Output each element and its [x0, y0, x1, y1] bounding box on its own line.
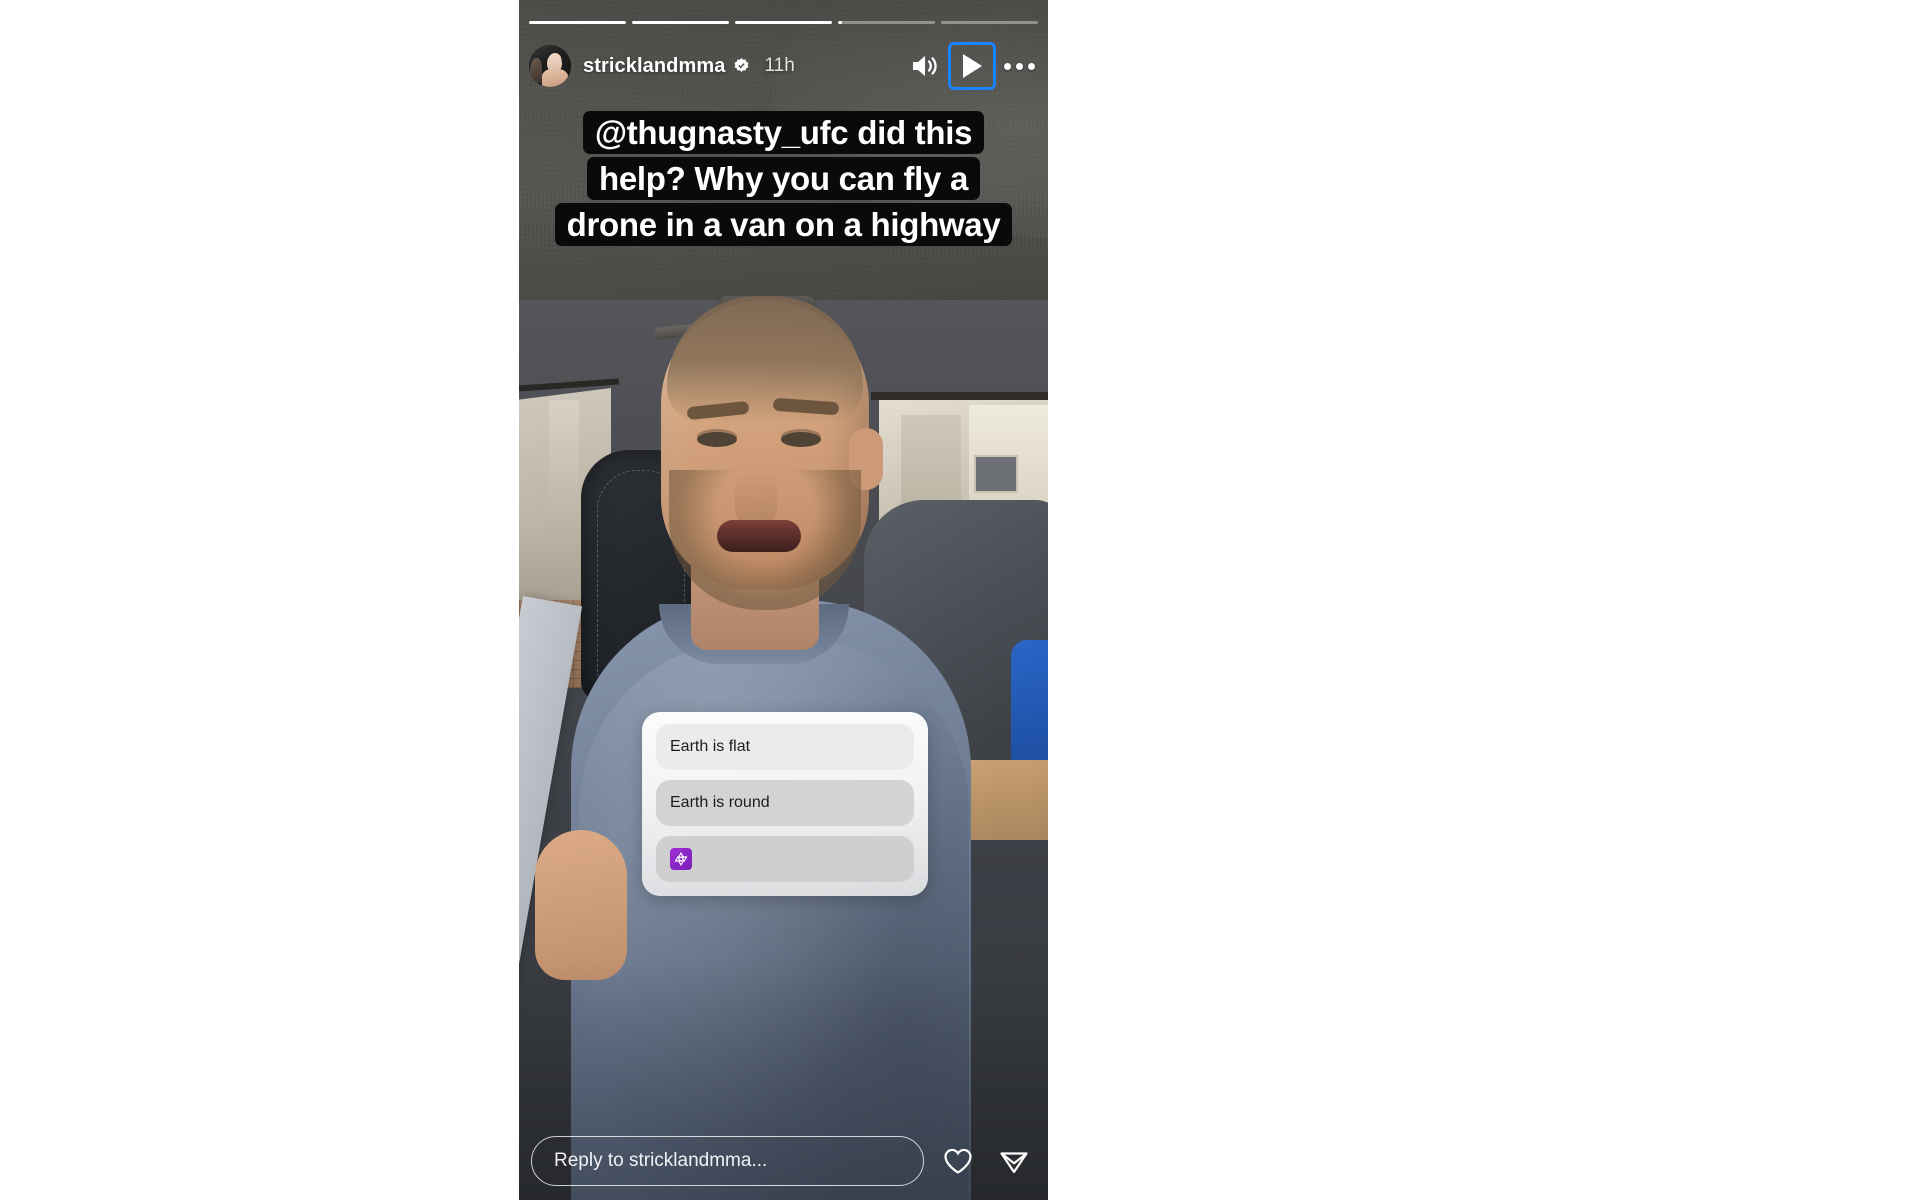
subject-mouth: [717, 520, 801, 552]
username[interactable]: stricklandmma: [583, 55, 725, 78]
story-progress-bar[interactable]: [529, 21, 1038, 24]
volume-on-icon[interactable]: [906, 47, 944, 85]
screen-root: stricklandmma 11h @thugnasty_ufc did thi…: [0, 0, 1920, 1200]
reply-input[interactable]: [531, 1136, 924, 1186]
send-paper-plane-icon[interactable]: [992, 1139, 1036, 1183]
story-header: stricklandmma 11h: [519, 38, 1048, 94]
avatar[interactable]: [529, 45, 571, 87]
progress-segment[interactable]: [632, 21, 729, 24]
avatar-face: [547, 54, 562, 73]
more-options-icon[interactable]: [1000, 47, 1038, 85]
star-of-david-emoji: [670, 848, 692, 870]
quiz-option[interactable]: [656, 836, 914, 882]
quiz-sticker: Earth is flat Earth is round: [642, 712, 928, 896]
play-icon[interactable]: [948, 42, 996, 90]
quiz-option-label: Earth is round: [670, 794, 770, 811]
subject-left-eye: [697, 432, 737, 447]
subject-right-eye: [781, 432, 821, 447]
subject-person: [519, 0, 1048, 1200]
progress-segment[interactable]: [838, 21, 935, 24]
quiz-option[interactable]: Earth is round: [656, 780, 914, 826]
verified-badge-icon: [732, 57, 751, 76]
heart-icon[interactable]: [936, 1139, 980, 1183]
subject-hand: [535, 830, 627, 980]
progress-segment[interactable]: [529, 21, 626, 24]
avatar-secondary-figure: [529, 57, 543, 83]
story-timestamp: 11h: [764, 55, 795, 76]
progress-segment[interactable]: [735, 21, 832, 24]
quiz-option-label: Earth is flat: [670, 738, 751, 755]
progress-segment[interactable]: [941, 21, 1038, 24]
quiz-option[interactable]: Earth is flat: [656, 724, 914, 770]
story-video[interactable]: [519, 0, 1048, 1200]
story-frame: stricklandmma 11h @thugnasty_ufc did thi…: [519, 0, 1048, 1200]
story-bottom-bar: [519, 1130, 1048, 1192]
more-options-dots: [1003, 62, 1035, 70]
